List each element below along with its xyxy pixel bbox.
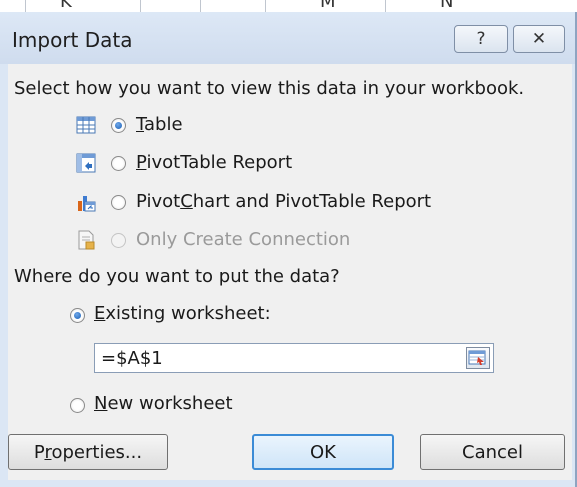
view-prompt: Select how you want to view this data in…: [14, 78, 525, 99]
title-bar[interactable]: Import Data ? ✕: [0, 12, 575, 64]
import-data-dialog: Import Data ? ✕ Select how you want to v…: [0, 12, 577, 487]
pivotchart-radio[interactable]: [111, 195, 126, 210]
help-icon: ?: [476, 29, 486, 49]
location-prompt: Where do you want to put the data?: [14, 266, 340, 287]
help-button[interactable]: ?: [454, 25, 508, 53]
sheet-column-divider: [385, 0, 386, 12]
close-icon: ✕: [531, 29, 547, 49]
properties-button[interactable]: Properties...: [8, 434, 168, 470]
sheet-column-divider: [140, 0, 141, 12]
existing-worksheet-radio[interactable]: [70, 308, 85, 323]
sheet-column-divider: [265, 0, 266, 12]
collapse-dialog-icon: [468, 350, 486, 365]
table-icon: [76, 116, 96, 134]
dialog-title: Import Data: [12, 28, 133, 52]
ok-button[interactable]: OK: [252, 434, 394, 470]
sheet-column-divider: [25, 0, 26, 12]
pivottable-option-label[interactable]: PivotTable Report: [136, 152, 292, 173]
close-button[interactable]: ✕: [513, 25, 565, 53]
new-worksheet-label[interactable]: New worksheet: [94, 393, 233, 414]
sheet-glyph: M: [320, 0, 336, 12]
only-connection-radio[interactable]: [111, 233, 126, 248]
sheet-glyph: N: [440, 0, 454, 12]
pivotchart-icon: [78, 196, 96, 212]
range-input[interactable]: =$A$1: [94, 343, 494, 373]
sheet-glyph: K: [60, 0, 72, 12]
pivottable-radio[interactable]: [111, 156, 126, 171]
dialog-body: Select how you want to view this data in…: [8, 64, 572, 480]
table-radio[interactable]: [111, 118, 126, 133]
sheet-column-divider: [200, 0, 201, 12]
pivotchart-option-label[interactable]: PivotChart and PivotTable Report: [136, 191, 431, 212]
range-selector-button[interactable]: [466, 347, 490, 369]
existing-worksheet-label[interactable]: Existing worksheet:: [94, 303, 271, 324]
table-option-label[interactable]: Table: [136, 114, 183, 135]
connection-icon: [78, 230, 95, 250]
range-input-value: =$A$1: [101, 348, 163, 369]
cancel-button[interactable]: Cancel: [420, 434, 565, 470]
pivottable-icon: [76, 153, 96, 173]
properties-button-label: Properties...: [33, 441, 143, 463]
new-worksheet-radio[interactable]: [70, 398, 85, 413]
only-connection-label: Only Create Connection: [136, 229, 351, 250]
